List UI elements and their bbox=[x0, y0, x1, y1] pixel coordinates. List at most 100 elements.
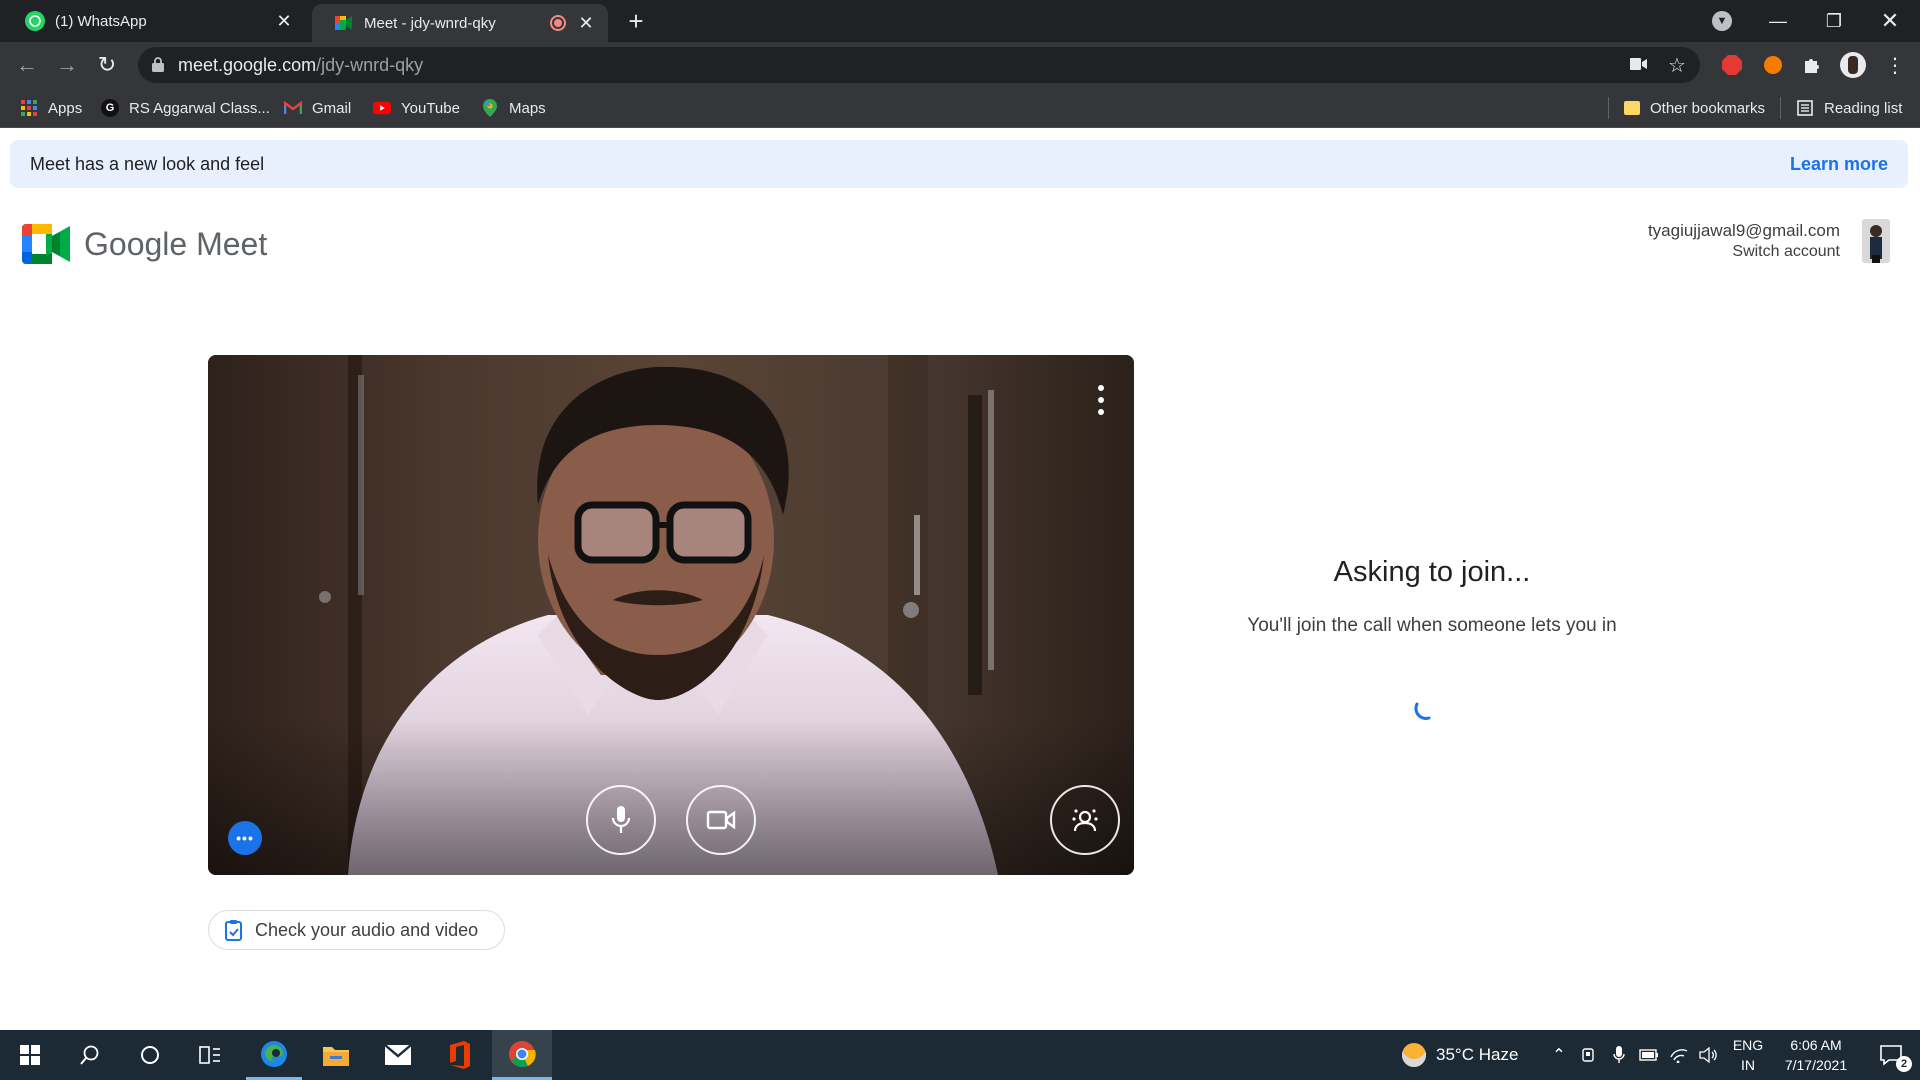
meet-now-icon[interactable] bbox=[1576, 1030, 1602, 1080]
microphone-tray-icon[interactable] bbox=[1606, 1030, 1632, 1080]
bookmark-label: Other bookmarks bbox=[1650, 99, 1766, 117]
more-options-icon[interactable] bbox=[1094, 385, 1108, 415]
new-look-banner: Meet has a new look and feel Learn more bbox=[10, 140, 1908, 188]
extension-fox-icon[interactable] bbox=[1758, 50, 1788, 80]
bookmark-label: Maps bbox=[509, 99, 546, 117]
tab-meet[interactable]: Meet - jdy-wnrd-qky ✕ bbox=[312, 4, 608, 42]
asking-to-join-subtitle: You'll join the call when someone lets y… bbox=[1247, 615, 1617, 636]
chrome-menu-icon[interactable]: ⋮ bbox=[1880, 50, 1910, 80]
clock-date: 7/17/2021 bbox=[1784, 1057, 1848, 1073]
bookmark-gmail[interactable]: Gmail bbox=[284, 88, 351, 128]
adblock-extension-icon[interactable] bbox=[1717, 50, 1747, 80]
minimize-icon[interactable]: — bbox=[1750, 0, 1806, 42]
close-tab-icon[interactable]: ✕ bbox=[274, 11, 294, 31]
google-meet-favicon bbox=[334, 13, 354, 33]
reload-icon[interactable]: ↻ bbox=[92, 50, 122, 80]
tab-search-icon[interactable]: ▼ bbox=[1694, 0, 1750, 42]
g-site-icon: G bbox=[101, 99, 119, 117]
camera-feed-image bbox=[208, 355, 1134, 875]
notification-count-badge: 2 bbox=[1896, 1056, 1912, 1072]
visual-effects-icon bbox=[1072, 809, 1098, 832]
restore-icon[interactable]: ❐ bbox=[1806, 0, 1862, 42]
profile-avatar[interactable] bbox=[1838, 50, 1868, 80]
youtube-icon bbox=[373, 99, 391, 117]
camera-toggle-button[interactable] bbox=[686, 785, 756, 855]
self-video-preview: ••• bbox=[208, 355, 1134, 875]
task-view-icon[interactable] bbox=[180, 1030, 240, 1080]
extensions-puzzle-icon[interactable] bbox=[1797, 50, 1827, 80]
effects-overflow-button[interactable]: ••• bbox=[228, 821, 262, 855]
account-email: tyagiujjawal9@gmail.com bbox=[1647, 221, 1840, 240]
tab-title: (1) WhatsApp bbox=[55, 12, 147, 30]
region-code: IN bbox=[1741, 1057, 1755, 1073]
volume-icon[interactable] bbox=[1696, 1030, 1722, 1080]
url-text: meet.google.com/jdy-wnrd-qky bbox=[178, 55, 424, 75]
chrome-taskbar-icon[interactable] bbox=[492, 1030, 552, 1080]
bookmarks-divider bbox=[1780, 97, 1781, 119]
close-window-icon[interactable]: ✕ bbox=[1862, 0, 1918, 42]
windows-start-icon[interactable] bbox=[0, 1030, 60, 1080]
recording-indicator-icon bbox=[550, 15, 566, 31]
browser-toolbar: ← → ↻ meet.google.com/jdy-wnrd-qky ☆ ⋮ bbox=[0, 42, 1920, 88]
microphone-icon bbox=[611, 806, 631, 833]
battery-icon[interactable] bbox=[1636, 1030, 1662, 1080]
bookmark-other-bookmarks[interactable]: Other bookmarks bbox=[1624, 88, 1765, 128]
bookmarks-divider bbox=[1608, 97, 1609, 119]
new-tab-button[interactable]: + bbox=[622, 7, 650, 35]
clipboard-check-icon bbox=[223, 919, 245, 941]
bookmark-youtube[interactable]: YouTube bbox=[373, 88, 460, 128]
file-explorer-icon[interactable] bbox=[308, 1030, 364, 1080]
bookmark-label: Gmail bbox=[312, 99, 352, 117]
forward-icon[interactable]: → bbox=[52, 50, 82, 80]
clock-time: 6:06 AM bbox=[1790, 1037, 1842, 1053]
bookmark-label: Apps bbox=[48, 99, 83, 117]
learn-more-link[interactable]: Learn more bbox=[1790, 154, 1888, 175]
weather-widget[interactable]: 35°C Haze bbox=[1402, 1030, 1532, 1080]
back-icon[interactable]: ← bbox=[12, 50, 42, 80]
weather-text: 35°C Haze bbox=[1436, 1045, 1519, 1064]
clock[interactable]: 6:06 AM 7/17/2021 bbox=[1768, 1030, 1864, 1080]
bookmark-maps[interactable]: Maps bbox=[481, 88, 546, 128]
cortana-icon[interactable] bbox=[120, 1030, 180, 1080]
microphone-toggle-button[interactable] bbox=[586, 785, 656, 855]
camera-in-use-icon[interactable] bbox=[1630, 57, 1648, 76]
address-bar[interactable]: meet.google.com/jdy-wnrd-qky ☆ bbox=[138, 47, 1700, 83]
bookmark-apps[interactable]: Apps bbox=[20, 88, 82, 128]
visual-effects-button[interactable] bbox=[1050, 785, 1120, 855]
whatsapp-icon bbox=[25, 11, 45, 31]
edge-browser-icon[interactable] bbox=[246, 1030, 302, 1080]
action-center-icon[interactable]: 2 bbox=[1866, 1030, 1916, 1080]
asking-to-join-title: Asking to join... bbox=[1333, 556, 1531, 588]
apps-grid-icon bbox=[20, 99, 38, 117]
tab-whatsapp[interactable]: (1) WhatsApp ✕ bbox=[0, 0, 306, 42]
office-icon[interactable] bbox=[432, 1030, 488, 1080]
switch-account-link[interactable]: Switch account bbox=[1732, 243, 1840, 261]
join-status-panel: Asking to join... You'll join the call w… bbox=[1232, 556, 1632, 641]
gmail-icon bbox=[284, 99, 302, 117]
check-audio-video-button[interactable]: Check your audio and video bbox=[208, 910, 505, 950]
bookmark-label: RS Aggarwal Class... bbox=[129, 99, 270, 117]
search-icon[interactable] bbox=[60, 1030, 120, 1080]
windows-taskbar: 35°C Haze ⌃ ENG IN 6:06 AM 7/17/2021 2 bbox=[0, 1030, 1920, 1080]
google-meet-logo[interactable] bbox=[22, 224, 70, 264]
language-indicator[interactable]: ENG IN bbox=[1728, 1030, 1768, 1080]
maps-icon bbox=[481, 99, 499, 117]
account-avatar[interactable] bbox=[1862, 219, 1890, 263]
show-hidden-icons-icon[interactable]: ⌃ bbox=[1546, 1030, 1572, 1080]
reading-list-button[interactable]: Reading list bbox=[1796, 88, 1902, 128]
tab-title: Meet - jdy-wnrd-qky bbox=[364, 14, 496, 32]
wifi-icon[interactable] bbox=[1666, 1030, 1692, 1080]
bookmark-star-icon[interactable]: ☆ bbox=[1668, 53, 1686, 78]
browser-tab-strip: (1) WhatsApp ✕ Meet - jdy-wnrd-qky ✕ + ▼… bbox=[0, 0, 1920, 42]
bookmark-rs-aggarwal[interactable]: G RS Aggarwal Class... bbox=[101, 88, 270, 128]
language-code: ENG bbox=[1732, 1037, 1764, 1053]
bookmark-label: YouTube bbox=[401, 99, 460, 117]
bookmark-label: Reading list bbox=[1824, 99, 1903, 117]
bookmarks-bar: Apps G RS Aggarwal Class... Gmail YouTub… bbox=[0, 88, 1920, 128]
check-audio-video-label: Check your audio and video bbox=[255, 919, 479, 940]
google-meet-wordmark[interactable]: Google Meet bbox=[84, 226, 267, 263]
reading-list-icon bbox=[1796, 99, 1814, 117]
mail-icon[interactable] bbox=[370, 1030, 426, 1080]
close-tab-icon[interactable]: ✕ bbox=[576, 13, 596, 33]
lock-icon[interactable] bbox=[152, 57, 164, 77]
